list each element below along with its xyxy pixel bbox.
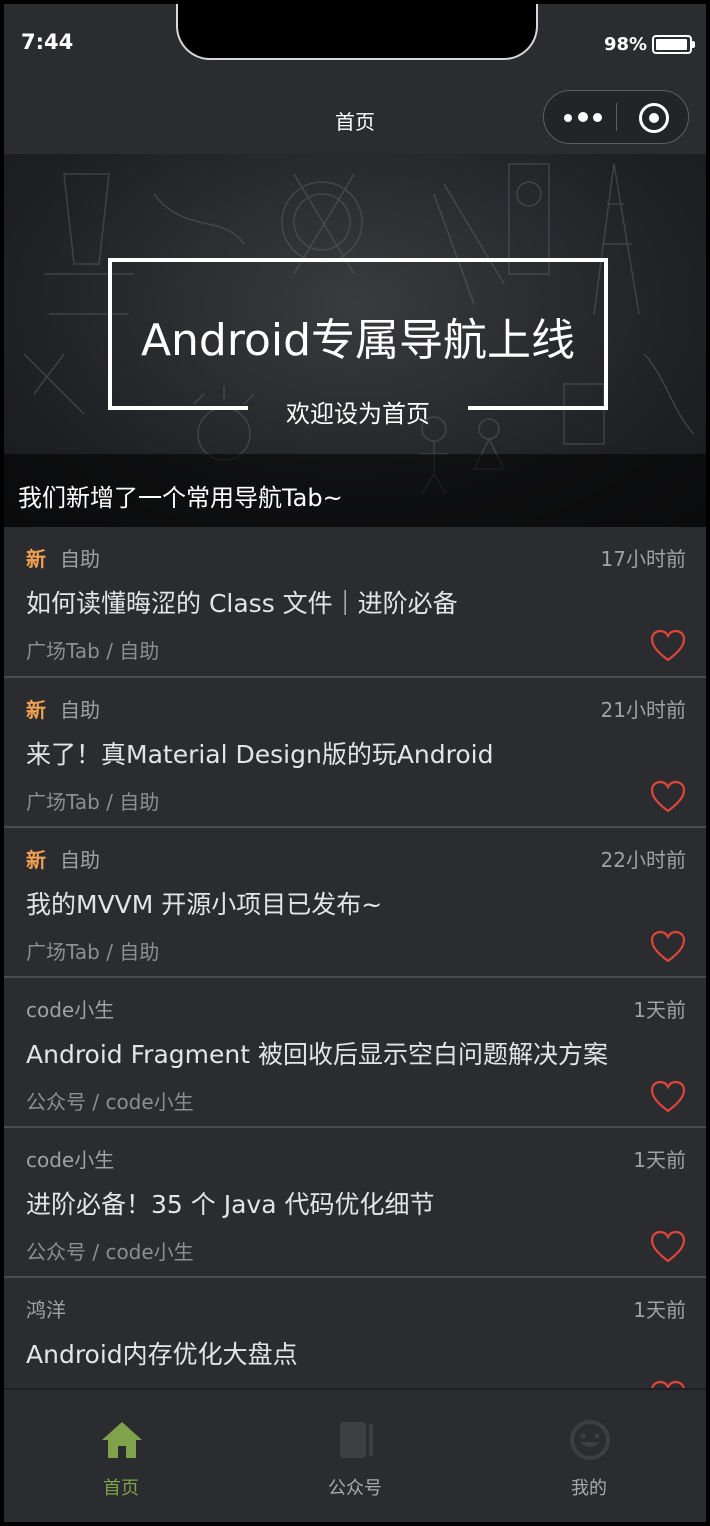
banner-carousel[interactable]: Android专属导航上线 欢迎设为首页 我们新增了一个常用导航Tab~ xyxy=(4,154,706,527)
item-category: 广场Tab / 自助 xyxy=(26,940,160,964)
item-time: 1天前 xyxy=(633,1298,686,1322)
list-item[interactable]: code小生 1天前 进阶必备！35 个 Java 代码优化细节 公众号 / c… xyxy=(4,1128,706,1278)
item-title[interactable]: 如何读懂晦涩的 Class 文件｜进阶必备 xyxy=(26,584,458,620)
banner-headline: Android专属导航上线 xyxy=(140,315,576,366)
more-dots-icon[interactable] xyxy=(562,107,604,127)
item-time: 22小时前 xyxy=(600,848,686,872)
list-item[interactable]: code小生 1天前 Android Fragment 被回收后显示空白问题解决… xyxy=(4,978,706,1128)
close-target-icon[interactable] xyxy=(639,103,669,133)
new-badge: 新 xyxy=(26,848,46,872)
tab-home[interactable]: 首页 xyxy=(4,1390,238,1522)
item-category: 公众号 / code小生 xyxy=(26,1090,194,1114)
banner-frame-line-left xyxy=(108,406,248,410)
item-title[interactable]: 来了！真Material Design版的玩Android xyxy=(26,735,493,771)
item-meta: code小生 xyxy=(26,1144,114,1172)
item-title[interactable]: 我的MVVM 开源小项目已发布~ xyxy=(26,885,382,921)
tab-mine-label: 我的 xyxy=(571,1478,607,1499)
item-meta: code小生 xyxy=(26,994,114,1022)
item-meta: 鸿洋 xyxy=(26,1294,66,1322)
status-bar: 7:44 98% xyxy=(4,4,706,84)
banner-subline: 欢迎设为首页 xyxy=(286,400,430,428)
banner-frame-line-right xyxy=(468,406,604,410)
item-meta: 新自助 xyxy=(26,694,100,722)
heart-outline-icon[interactable] xyxy=(650,629,686,663)
item-meta: 新自助 xyxy=(26,543,100,571)
capsule-divider xyxy=(616,103,617,131)
tab-official-label: 公众号 xyxy=(328,1478,382,1499)
item-author: 自助 xyxy=(60,698,100,722)
banner-caption-bar: 我们新增了一个常用导航Tab~ xyxy=(4,454,706,527)
heart-outline-icon[interactable] xyxy=(650,1080,686,1114)
article-list: 新自助 17小时前 如何读懂晦涩的 Class 文件｜进阶必备 广场Tab / … xyxy=(4,527,706,1428)
heart-outline-icon[interactable] xyxy=(650,930,686,964)
item-author: code小生 xyxy=(26,1148,115,1172)
tab-home-label: 首页 xyxy=(103,1478,139,1499)
item-author: 鸿洋 xyxy=(26,1298,66,1322)
item-time: 17小时前 xyxy=(600,547,686,571)
mini-program-capsule xyxy=(543,90,689,144)
banner-caption: 我们新增了一个常用导航Tab~ xyxy=(18,484,343,512)
item-category: 广场Tab / 自助 xyxy=(26,639,160,663)
book-icon xyxy=(340,1422,373,1458)
item-title[interactable]: Android内存优化大盘点 xyxy=(26,1335,298,1371)
item-category: 广场Tab / 自助 xyxy=(26,790,160,814)
item-category: 公众号 / code小生 xyxy=(26,1240,194,1264)
item-time: 1天前 xyxy=(633,1148,686,1172)
new-badge: 新 xyxy=(26,547,46,571)
heart-outline-icon[interactable] xyxy=(650,1230,686,1264)
tab-mine[interactable]: 我的 xyxy=(472,1390,706,1522)
item-author: 自助 xyxy=(60,547,100,571)
device-notch xyxy=(176,4,538,60)
status-time: 7:44 xyxy=(21,30,74,54)
phone-screen: 7:44 98% 首页 Android专属导航上线 欢迎设为首页 我们新增了一个… xyxy=(4,4,706,1522)
smiley-icon xyxy=(570,1420,610,1460)
battery-icon xyxy=(652,35,695,54)
list-item[interactable]: 新自助 21小时前 来了！真Material Design版的玩Android … xyxy=(4,678,706,828)
battery-percent: 98% xyxy=(604,34,648,55)
item-author: 自助 xyxy=(60,848,100,872)
tab-official[interactable]: 公众号 xyxy=(238,1390,472,1522)
item-meta: 新自助 xyxy=(26,844,100,872)
item-time: 1天前 xyxy=(633,998,686,1022)
item-title[interactable]: Android Fragment 被回收后显示空白问题解决方案 xyxy=(26,1035,608,1071)
item-time: 21小时前 xyxy=(600,698,686,722)
list-item[interactable]: 新自助 22小时前 我的MVVM 开源小项目已发布~ 广场Tab / 自助 xyxy=(4,828,706,978)
item-author: code小生 xyxy=(26,998,115,1022)
list-item[interactable]: 新自助 17小时前 如何读懂晦涩的 Class 文件｜进阶必备 广场Tab / … xyxy=(4,527,706,678)
new-badge: 新 xyxy=(26,698,46,722)
tab-bar: 首页 公众号 我的 xyxy=(4,1388,706,1522)
nav-bar: 首页 xyxy=(4,84,706,154)
home-icon xyxy=(102,1422,142,1458)
item-title[interactable]: 进阶必备！35 个 Java 代码优化细节 xyxy=(26,1185,434,1221)
heart-outline-icon[interactable] xyxy=(650,780,686,814)
